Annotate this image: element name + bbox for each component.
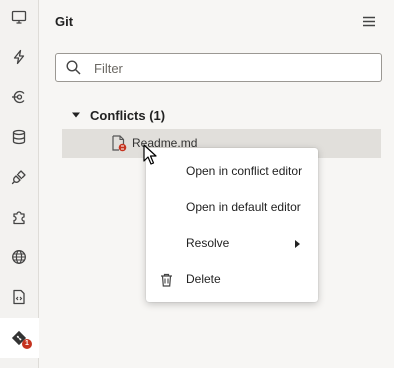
activity-git[interactable]: 1	[0, 318, 39, 358]
menu-item-label: Open in conflict editor	[186, 164, 303, 178]
monitor-icon	[11, 10, 27, 24]
git-badge: 1	[22, 339, 32, 349]
menu-item-open-default-editor[interactable]: Open in default editor	[146, 190, 318, 226]
menu-item-label: Resolve	[186, 236, 230, 250]
trash-icon	[161, 273, 172, 287]
service-icon	[12, 90, 25, 104]
activity-web[interactable]	[0, 237, 38, 277]
globe-icon	[12, 250, 26, 264]
activity-api-doc[interactable]	[0, 277, 38, 317]
menu-item-label: Delete	[186, 272, 221, 286]
filter-field[interactable]	[55, 53, 382, 82]
activity-desktop[interactable]	[0, 0, 38, 37]
activity-events[interactable]	[0, 37, 38, 77]
activity-services[interactable]	[0, 77, 38, 117]
activity-database[interactable]	[0, 117, 38, 157]
menu-item-resolve[interactable]: Resolve	[146, 226, 318, 262]
search-icon	[66, 60, 81, 75]
activity-extensions[interactable]	[0, 197, 38, 237]
plug-icon	[11, 170, 26, 185]
filter-input[interactable]	[92, 57, 376, 79]
database-icon	[12, 129, 26, 145]
activity-bar: 1	[0, 0, 39, 368]
panel-menu-button[interactable]	[362, 14, 376, 28]
conflicts-group-header[interactable]: Conflicts (1)	[71, 106, 165, 124]
menu-item-open-conflict-editor[interactable]: Open in conflict editor	[146, 154, 318, 190]
chevron-right-icon	[295, 240, 300, 248]
panel-title: Git	[55, 14, 74, 29]
activity-plugins[interactable]	[0, 157, 38, 197]
hamburger-menu-icon	[363, 16, 375, 26]
chevron-down-icon	[72, 112, 80, 118]
file-conflict-icon	[112, 135, 127, 152]
lightning-icon	[13, 49, 25, 65]
menu-item-label: Open in default editor	[186, 200, 301, 214]
conflicts-group-label: Conflicts (1)	[90, 107, 166, 123]
document-code-icon	[13, 289, 25, 305]
context-menu: Open in conflict editor Open in default …	[146, 148, 318, 302]
menu-item-delete[interactable]: Delete	[146, 262, 318, 298]
puzzle-icon	[13, 211, 25, 225]
mouse-cursor-icon	[143, 144, 157, 165]
